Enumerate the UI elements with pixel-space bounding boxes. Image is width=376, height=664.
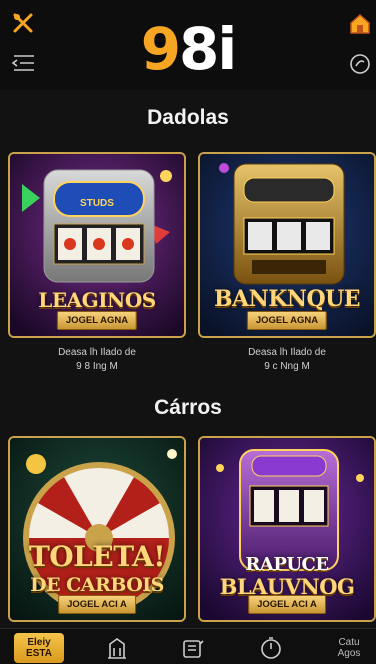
nav-label: Agos [337, 648, 361, 659]
play-button[interactable]: JOGEL AGNA [246, 311, 328, 330]
play-button[interactable]: JOGEL AGNA [56, 311, 138, 330]
nav-item-more[interactable]: Catu Agos [326, 633, 372, 663]
nav-label: Catu [338, 637, 360, 648]
desc-line: 9 8 Ing M [76, 361, 118, 372]
play-button[interactable]: JOGEL ACI A [58, 595, 136, 614]
game-card-banknque[interactable]: BANKNQUE JOGEL AGNA [198, 152, 376, 338]
nav-label: ESTA [26, 648, 52, 659]
nav-label: Eleiy [27, 637, 51, 648]
section-title-dadolas: Dadolas [147, 106, 229, 129]
play-button[interactable]: JOGEL ACI A [248, 595, 326, 614]
card-badge: STUDS [80, 198, 114, 209]
card-description: Deasa lh Ilado de 9 c Nng M [198, 346, 376, 374]
desc-line: Deasa lh Ilado de [248, 347, 326, 358]
card-title: BANKNQUE [213, 286, 361, 312]
top-bar: 98i [0, 0, 376, 90]
card-title-line1: RAPUCE [245, 554, 329, 575]
slot-machine-icon[interactable] [176, 633, 210, 663]
nav-item-home[interactable]: Eleiy ESTA [14, 633, 64, 663]
card-title-line1: TOLETA! [28, 540, 166, 573]
desc-line: Deasa lh Ilado de [58, 347, 136, 358]
card-description: Deasa lh Ilado de 9 8 Ing M [8, 346, 186, 374]
card-title-line2: DE CARBOIS [30, 574, 164, 596]
timer-icon[interactable] [254, 633, 288, 663]
building-icon[interactable] [100, 633, 134, 663]
game-card-rapuce[interactable]: RAPUCE BLAUVNOG JOGEL ACI A [198, 436, 376, 622]
card-title: LEAGINOS [38, 288, 156, 312]
game-card-toleta[interactable]: TOLETA! DE CARBOIS JOGEL ACI A [8, 436, 186, 622]
app-logo[interactable]: 98i [0, 14, 376, 84]
game-card-leaginos[interactable]: STUDS LEAGINOS JOGEL AGNA [8, 152, 186, 338]
desc-line: 9 c Nng M [264, 361, 310, 372]
bottom-nav: Eleiy ESTA Catu Agos [0, 628, 376, 664]
section-title-carros: Cárros [154, 396, 222, 419]
